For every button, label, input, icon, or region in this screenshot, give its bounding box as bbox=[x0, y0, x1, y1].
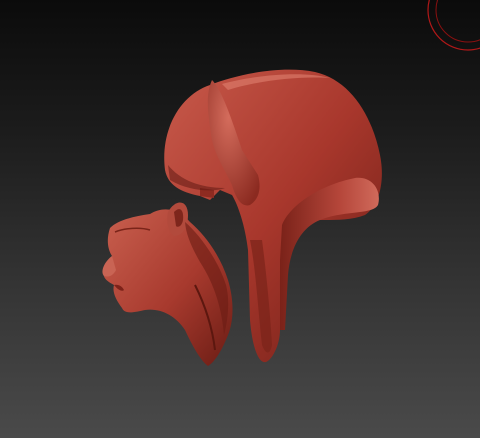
viewport-canvas[interactable] bbox=[0, 0, 480, 438]
rotation-gizmo-icon[interactable] bbox=[427, 0, 480, 51]
3d-viewport[interactable] bbox=[0, 0, 480, 438]
head-piece[interactable] bbox=[102, 202, 233, 366]
